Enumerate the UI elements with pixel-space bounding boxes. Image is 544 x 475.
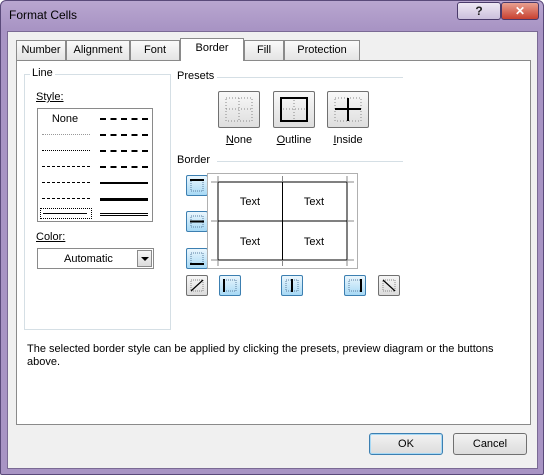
line-style-double[interactable] [100, 213, 148, 216]
preset-inside-icon [334, 97, 362, 122]
line-style-medium-dash-dot-dot[interactable] [100, 118, 148, 120]
preset-inside-button[interactable] [327, 91, 369, 128]
preset-inside-label: Inside [333, 134, 363, 146]
border-diagonal-up-button[interactable] [186, 275, 208, 296]
preview-cell-text: Text [239, 196, 261, 208]
close-icon: ✕ [514, 4, 526, 18]
tab-number[interactable]: Number [16, 40, 66, 60]
border-inside-vertical-icon [285, 279, 299, 292]
border-right-button[interactable] [344, 275, 366, 296]
preset-none-label: None [225, 134, 253, 146]
format-cells-window: Format Cells ? ✕ Number Alignment Font B… [0, 0, 544, 475]
border-bottom-button[interactable] [186, 248, 208, 269]
presets-separator [217, 77, 403, 78]
border-top-icon [190, 179, 204, 192]
border-top-button[interactable] [186, 175, 208, 196]
help-icon: ? [475, 4, 483, 18]
border-left-icon [223, 279, 237, 292]
line-style-hair[interactable] [42, 134, 90, 135]
preview-cell-text: Text [239, 236, 261, 248]
border-bottom-icon [190, 252, 204, 265]
preview-cell-text: Text [303, 236, 325, 248]
border-group-label: Border [175, 154, 213, 166]
border-right-icon [348, 279, 362, 292]
preset-outline-button[interactable] [273, 91, 315, 128]
line-style-none[interactable]: None [40, 113, 90, 125]
diagonal-down-icon [382, 279, 396, 292]
window-title: Format Cells [9, 8, 78, 22]
border-inside-horizontal-icon [190, 215, 204, 228]
diagonal-up-icon [190, 279, 204, 292]
line-style-slanted-dash-dot[interactable] [100, 134, 148, 136]
border-diagonal-down-button[interactable] [378, 275, 400, 296]
line-style-list[interactable]: None [37, 108, 153, 222]
preset-none-icon [225, 97, 253, 122]
preview-cell-text: Text [303, 196, 325, 208]
line-style-dashed[interactable] [42, 198, 90, 199]
tab-protection[interactable]: Protection [284, 40, 360, 60]
color-value: Automatic [64, 253, 113, 265]
tab-border[interactable]: Border [180, 38, 244, 61]
tab-fill[interactable]: Fill [244, 40, 284, 60]
line-style-dotted[interactable] [42, 150, 90, 151]
preset-outline-label: Outline [276, 134, 312, 146]
cancel-button[interactable]: Cancel [453, 433, 527, 455]
line-style-medium[interactable] [100, 182, 148, 184]
border-preview-area[interactable]: Text Text Text Text [207, 173, 358, 269]
tab-font[interactable]: Font [130, 40, 180, 60]
preview-grid [211, 176, 354, 266]
line-group-label: Line [30, 67, 55, 79]
chevron-down-icon[interactable] [137, 250, 152, 267]
border-tab-panel: Line Style: None Color: Automatic Preset… [16, 60, 531, 425]
help-button[interactable]: ? [457, 2, 501, 20]
preset-none-button[interactable] [218, 91, 260, 128]
color-dropdown[interactable]: Automatic [37, 248, 154, 269]
line-style-thin-selected[interactable] [40, 208, 92, 219]
presets-group-label: Presets [175, 70, 217, 82]
help-description: The selected border style can be applied… [27, 343, 494, 368]
color-label: Color: [34, 231, 68, 243]
border-left-button[interactable] [219, 275, 241, 296]
title-bar[interactable]: Format Cells ? ✕ [1, 1, 543, 29]
line-style-thick[interactable] [100, 198, 148, 201]
line-style-dash-dot-dot[interactable] [42, 166, 90, 167]
line-style-dash-dot[interactable] [42, 182, 90, 183]
border-inside-horizontal-button[interactable] [186, 211, 208, 232]
border-inside-vertical-button[interactable] [281, 275, 303, 296]
line-style-medium-dashed[interactable] [100, 166, 148, 168]
border-separator [217, 161, 403, 162]
style-label: Style: [34, 91, 66, 103]
preset-outline-icon [280, 97, 308, 122]
color-label-text: Color: [36, 231, 66, 243]
close-button[interactable]: ✕ [501, 2, 539, 20]
dialog-client-area: Number Alignment Font Border Fill Protec… [7, 31, 538, 469]
tab-alignment[interactable]: Alignment [66, 40, 130, 60]
ok-button[interactable]: OK [369, 433, 443, 455]
style-label-text: Style: [36, 91, 64, 103]
line-style-medium-dash-dot[interactable] [100, 150, 148, 152]
